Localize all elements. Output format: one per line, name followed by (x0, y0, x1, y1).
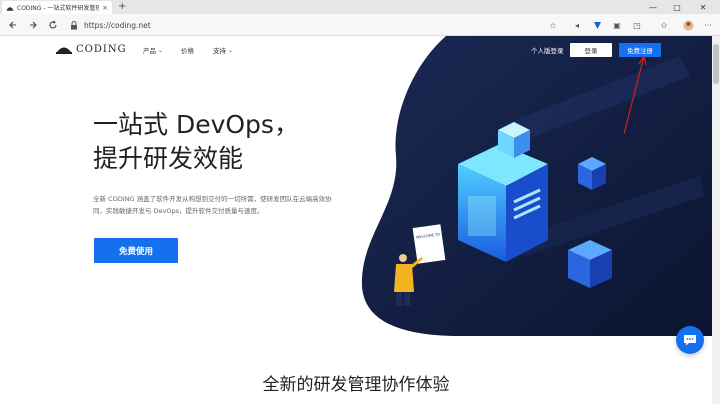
tab-close-icon[interactable]: × (102, 4, 108, 12)
extension-icon-3[interactable]: ▣ (611, 19, 623, 31)
maximize-button[interactable]: □ (666, 0, 688, 14)
chevron-down-icon: ⌄ (228, 46, 234, 54)
forward-button[interactable] (26, 18, 40, 32)
personal-login-link[interactable]: 个人版登录 (531, 45, 564, 55)
web-page: WELCOME TO CODING 产品 ⌄ 价格 支持 ⌄ 个人版登录 登录 … (0, 36, 712, 404)
minimize-button[interactable]: — (642, 0, 664, 14)
forward-arrow-icon (30, 21, 37, 29)
headline-line-1: 一站式 DevOps， (93, 110, 299, 139)
section-title: 全新的研发管理协作体验 (262, 375, 450, 395)
extension-icon-1[interactable]: ◂ (571, 19, 583, 31)
nav-item-pricing[interactable]: 价格 (181, 45, 194, 55)
logo-text: CODING (76, 43, 127, 55)
favorite-star-icon[interactable]: ☆ (547, 19, 559, 31)
coding-logo[interactable]: CODING (56, 43, 127, 55)
hero-headline: 一站式 DevOps， 提升研发效能 (93, 108, 299, 176)
login-button[interactable]: 登录 (570, 43, 612, 57)
refresh-button[interactable] (46, 18, 60, 32)
nav-item-label: 产品 (143, 47, 156, 55)
nav-item-support[interactable]: 支持 ⌄ (213, 45, 234, 56)
chat-support-button[interactable] (676, 326, 704, 354)
extension-icon-4[interactable]: ◳ (631, 19, 643, 31)
coding-favicon-icon (6, 6, 14, 11)
browser-tab[interactable]: CODING - 一站式软件研发管理平 × (2, 1, 112, 14)
signup-button[interactable]: 免费注册 (619, 43, 661, 57)
lock-icon (71, 20, 77, 29)
hero-description: 全新 CODING 涵盖了软件开发从构想到交付的一切所需，使研发团队在云端高效协… (93, 195, 332, 215)
refresh-icon (49, 20, 57, 29)
browser-tab-strip: CODING - 一站式软件研发管理平 × + — □ ✕ (0, 0, 720, 14)
headline-line-2: 提升研发效能 (93, 144, 244, 173)
page-scrollbar[interactable] (712, 36, 720, 404)
site-navbar: CODING 产品 ⌄ 价格 支持 ⌄ 个人版登录 登录 免费注册 (0, 36, 712, 64)
new-tab-button[interactable]: + (118, 1, 126, 13)
chat-icon (684, 335, 696, 346)
tab-title: CODING - 一站式软件研发管理平 (17, 5, 100, 12)
address-toolbar: https://coding.net ☆ ◂ ▣ ◳ ✩ ··· (0, 14, 720, 36)
extension-icon-2[interactable] (591, 19, 603, 31)
url-field[interactable]: https://coding.net (70, 18, 560, 32)
profile-avatar[interactable] (682, 19, 694, 31)
collections-icon[interactable]: ✩ (658, 19, 670, 31)
url-text: https://coding.net (84, 20, 151, 30)
chevron-down-icon: ⌄ (158, 46, 164, 54)
scrollbar-thumb[interactable] (713, 44, 719, 84)
back-button[interactable] (6, 18, 20, 32)
back-arrow-icon (9, 21, 16, 29)
hero-background (361, 36, 712, 336)
nav-item-products[interactable]: 产品 ⌄ (143, 45, 164, 56)
more-menu-icon[interactable]: ··· (702, 19, 714, 31)
free-trial-button[interactable]: 免费使用 (94, 238, 178, 263)
close-window-button[interactable]: ✕ (692, 0, 714, 14)
nav-item-label: 支持 (213, 47, 226, 55)
coding-logo-icon (56, 47, 72, 54)
nav-item-label: 价格 (181, 47, 194, 55)
